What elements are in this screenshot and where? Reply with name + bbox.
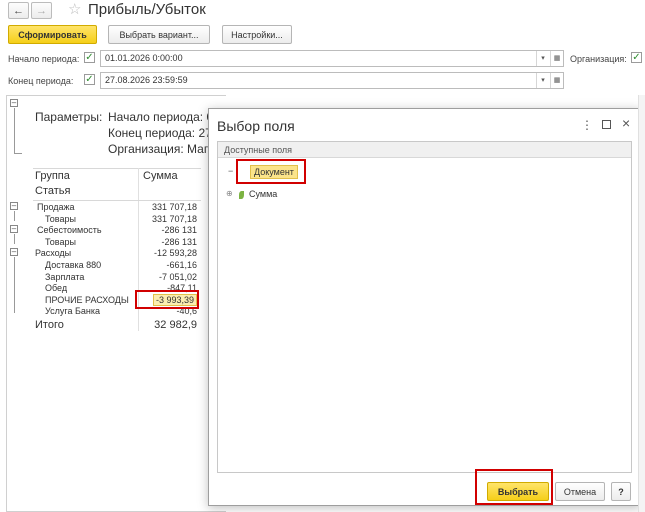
row-name: Продажа [37,202,75,212]
row-name: Себестоимость [37,225,102,235]
start-period-label: Начало периода: [8,54,80,64]
end-dropdown-button[interactable]: ▾ [536,73,549,88]
highlight-box [475,469,553,505]
arrow-left-icon: ← [13,4,24,17]
row-name: Товары [45,214,76,224]
tree-minus-icon[interactable]: – [10,202,18,210]
row-value: -661,16 [166,260,197,270]
start-period-checkbox[interactable]: ✓ [84,52,95,63]
start-period-field[interactable]: 01.01.2026 0:00:00 ▾ ▦ [100,50,564,67]
star-icon[interactable]: ☆ [68,0,81,18]
param-org: Организация: Магс [108,142,214,156]
total-row[interactable]: Итого 32 982,9 [33,319,197,333]
col-article: Статья [35,185,71,197]
row-value: 331 707,18 [151,214,197,224]
more-vert-icon[interactable]: ⋮ [581,118,593,132]
total-label: Итого [35,319,64,331]
panel-header: Доступные поля [218,142,631,158]
param-start: Начало периода: 0 [108,110,214,124]
end-period-field[interactable]: 27.08.2026 23:59:59 ▾ ▦ [100,72,564,89]
outline-line [14,234,15,244]
forward-button[interactable]: → [31,2,52,19]
row-name: Услуга Банка [45,306,100,316]
end-period-label: Конец периода: [8,76,74,86]
tree-minus-icon[interactable]: – [10,99,18,107]
start-dropdown-button[interactable]: ▾ [536,51,549,66]
row-name: ПРОЧИЕ РАСХОДЫ [45,295,129,305]
start-period-value: 01.01.2026 0:00:00 [105,53,183,63]
col-group: Группа [35,170,70,182]
table-row[interactable]: Продажа 331 707,18 [33,202,197,214]
tree-minus-icon[interactable]: − [228,166,233,176]
params-label: Параметры: [35,110,103,124]
arrow-right-icon: → [36,4,47,17]
fields-panel[interactable]: Доступные поля − Документ ⊕ Сумма [217,141,632,473]
calendar-icon[interactable]: ▦ [550,73,563,88]
col-sum: Сумма [143,170,178,182]
generate-label: Сформировать [18,29,87,40]
highlight-box [236,159,306,184]
total-value: 32 982,9 [154,319,197,331]
row-name: Расходы [35,248,72,258]
table-row[interactable]: Себестоимость -286 131 [33,225,197,237]
row-value: -12 593,28 [153,248,197,258]
maximize-icon[interactable] [602,120,611,129]
end-period-checkbox[interactable]: ✓ [84,74,95,85]
tree-item-label: Сумма [249,189,278,199]
tree-plus-icon[interactable]: ⊕ [226,189,233,198]
table-row[interactable]: Расходы -12 593,28 [33,248,197,260]
header-line [33,200,201,201]
settings-label: Настройки... [231,29,283,40]
row-name: Товары [45,237,76,247]
outline-line [14,211,15,221]
tree-minus-icon[interactable]: – [10,225,18,233]
row-name: Обед [45,283,68,293]
dialog-title: Выбор поля [217,118,295,134]
org-checkbox[interactable]: ✓ [631,52,642,63]
cancel-button[interactable]: Отмена [555,482,605,501]
row-name: Доставка 880 [45,260,102,270]
leaf-icon [239,191,244,199]
row-value: -286 131 [161,237,197,247]
help-button[interactable]: ? [611,482,631,501]
highlight-box [135,290,199,309]
close-icon[interactable]: × [622,115,630,131]
outline-line [14,257,15,313]
row-value: -286 131 [161,225,197,235]
org-label: Организация: [570,54,627,64]
tree-minus-icon[interactable]: – [10,248,18,256]
choose-variant-label: Выбрать вариант... [119,29,199,40]
row-value: -7 051,02 [158,272,197,282]
page-title: Прибыль/Убыток [88,1,206,18]
param-end: Конец периода: 27 [108,126,212,140]
row-value: 331 707,18 [151,202,197,212]
help-label: ? [618,486,624,497]
choose-variant-button[interactable]: Выбрать вариант... [108,25,210,44]
table-row[interactable]: Доставка 880 -661,16 [33,260,197,272]
generate-button[interactable]: Сформировать [8,25,97,44]
end-period-value: 27.08.2026 23:59:59 [105,75,188,85]
settings-button[interactable]: Настройки... [222,25,292,44]
panel-header-label: Доступные поля [224,145,293,155]
outline-line [14,153,22,154]
calendar-icon[interactable]: ▦ [550,51,563,66]
back-button[interactable]: ← [8,2,29,19]
tree-item-sum[interactable]: ⊕ Сумма [226,189,306,203]
scrollbar[interactable] [638,95,645,512]
row-name: Зарплата [45,272,85,282]
outline-line [14,108,15,153]
cancel-label: Отмена [563,486,597,497]
